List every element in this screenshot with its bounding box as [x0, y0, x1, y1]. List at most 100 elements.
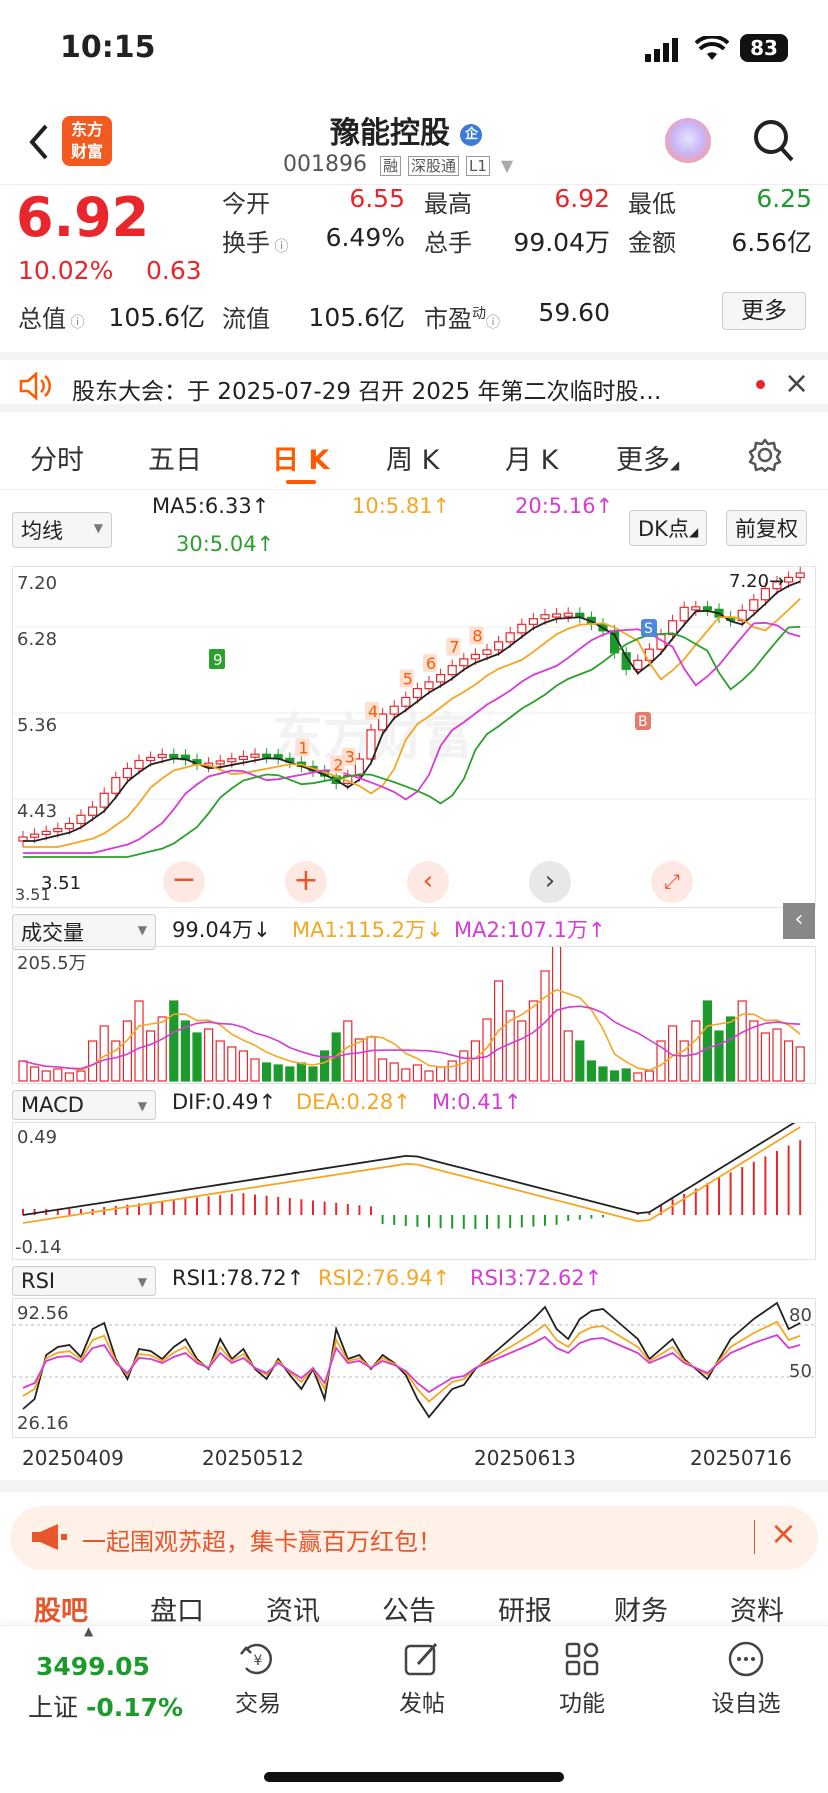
volume-select[interactable]: 成交量 ▼: [12, 914, 156, 950]
candle-body: [238, 755, 248, 761]
tab-news[interactable]: 资讯: [266, 1589, 320, 1625]
mktcap-label: 总值 ⓘ: [18, 299, 84, 334]
volume-bar: [18, 1060, 28, 1082]
candle-body: [702, 606, 713, 611]
tab-finance[interactable]: 财务: [614, 1589, 668, 1625]
dk-point-button[interactable]: DK点◢: [629, 510, 708, 546]
tab-weekly-k[interactable]: 周 K: [386, 438, 439, 477]
kline-chart[interactable]: 东方财富 12345678BS9 7.20 6.28 5.36 4.43 7.2…: [12, 566, 816, 939]
nav-trade[interactable]: ¥ 交易: [198, 1640, 318, 1718]
volume-select-label: 成交量: [21, 921, 84, 945]
volume-bar: [343, 1020, 353, 1082]
volume-ma2: MA2:107.1万↑: [454, 918, 606, 942]
macd-top-label: 0.49: [17, 1127, 58, 1148]
tab-guba[interactable]: 股吧: [34, 1589, 88, 1625]
back-icon[interactable]: [26, 122, 50, 162]
tab-more[interactable]: 更多◢: [616, 438, 679, 477]
mktcap-value: 105.6亿: [108, 303, 205, 332]
volume-bar: [760, 1032, 771, 1082]
candle-body: [262, 753, 272, 758]
chevron-down-icon[interactable]: ▼: [501, 156, 513, 175]
index-value[interactable]: 3499.05: [36, 1652, 150, 1681]
active-tab-underline: [286, 480, 316, 484]
candle-body: [169, 753, 179, 759]
candle-body: [749, 599, 759, 611]
scroll-right-button[interactable]: ›: [529, 861, 571, 903]
collapse-side-button[interactable]: ‹: [783, 903, 815, 939]
zoom-in-button[interactable]: +: [285, 861, 327, 903]
more-button[interactable]: 更多: [722, 292, 806, 330]
rsi3-indicator: RSI3:72.62↑: [470, 1266, 603, 1290]
scroll-left-button[interactable]: ‹: [407, 861, 449, 903]
index-name: 上证: [28, 1693, 79, 1722]
open-label: 今开: [222, 190, 270, 218]
signal-number: 7: [449, 638, 459, 657]
tab-research[interactable]: 研报: [498, 1589, 552, 1625]
signal-number: 5: [403, 669, 413, 688]
search-icon[interactable]: [752, 118, 796, 164]
gear-icon[interactable]: [748, 438, 782, 472]
info-icon[interactable]: ⓘ: [270, 239, 288, 255]
nav-add-watchlist[interactable]: 设自选: [686, 1640, 806, 1718]
candle-body: [470, 653, 480, 660]
cellular-signal-icon: [645, 38, 678, 62]
volume-bar: [308, 1066, 318, 1082]
candle-body: [528, 618, 539, 625]
candle-body: [505, 632, 515, 643]
megaphone-icon: [32, 1524, 67, 1550]
logo-text-bottom: 财富: [70, 142, 103, 161]
dropdown-arrow-icon: ▼: [137, 1275, 147, 1289]
volume-bar: [725, 1016, 736, 1082]
close-icon[interactable]: ×: [784, 366, 809, 401]
volume-chart[interactable]: 205.5万: [12, 946, 816, 1084]
date-label-3: 20250613: [474, 1446, 576, 1470]
volume-bar: [53, 1068, 63, 1082]
index-name-row[interactable]: 上证 -0.17%: [28, 1688, 183, 1724]
volume-bar: [320, 1050, 330, 1082]
robot-assistant-icon[interactable]: [665, 118, 711, 164]
turnover-value: 6.49%: [325, 223, 405, 252]
zoom-out-button[interactable]: −: [163, 861, 205, 903]
info-icon[interactable]: ⓘ: [66, 315, 84, 331]
max-price-marker: 7.20→: [729, 571, 785, 592]
pe-sup: 动: [472, 306, 486, 322]
banner-close-icon[interactable]: ×: [770, 1514, 797, 1552]
date-label-4: 20250716: [690, 1446, 792, 1470]
info-icon[interactable]: ⓘ: [486, 315, 500, 331]
y-label-2: 6.28: [17, 629, 58, 650]
notice-text: 股东大会：于 2025-07-29 召开 2025 年第二次临时股…: [72, 379, 662, 405]
rsi-select[interactable]: RSI ▼: [12, 1266, 156, 1296]
ma-select[interactable]: 均线 ▼: [12, 512, 112, 548]
float-value: 105.6亿: [308, 303, 405, 332]
candle-body: [517, 623, 527, 634]
svg-text:¥: ¥: [254, 1653, 263, 1669]
macd-chart[interactable]: 0.49 -0.14: [12, 1122, 816, 1260]
grid-icon: [565, 1642, 599, 1676]
tab-daily-k[interactable]: 日 K: [272, 438, 329, 477]
tab-intraday[interactable]: 分时: [30, 438, 84, 477]
corner-arrow-icon: ◢: [670, 458, 680, 472]
battery-level: 83: [750, 36, 778, 60]
fullscreen-icon[interactable]: ⤢: [651, 861, 693, 903]
open-value: 6.55: [349, 184, 405, 213]
tab-pankou[interactable]: 盘口: [150, 1589, 204, 1625]
nav-post[interactable]: 发帖: [362, 1640, 482, 1718]
adjust-button[interactable]: 前复权: [726, 510, 807, 546]
notice-bar[interactable]: 股东大会：于 2025-07-29 召开 2025 年第二次临时股… ×: [0, 352, 828, 412]
pe-value: 59.60: [538, 298, 610, 327]
volume-bar: [366, 1036, 376, 1082]
tab-profile[interactable]: 资料: [730, 1589, 784, 1625]
tab-monthly-k[interactable]: 月 K: [505, 438, 558, 477]
volume-bar: [528, 1000, 539, 1082]
promo-banner[interactable]: 一起围观苏超，集卡赢百万红包！ ×: [10, 1506, 818, 1570]
nav-functions[interactable]: 功能: [522, 1640, 642, 1718]
volume-bar: [737, 1000, 747, 1082]
change-pct: 10.02%: [18, 256, 114, 285]
macd-m: M:0.41↑: [432, 1090, 522, 1114]
candle-body: [436, 674, 446, 683]
macd-select[interactable]: MACD ▼: [12, 1090, 156, 1120]
rsi-chart[interactable]: 92.56 26.16 80 50: [12, 1298, 816, 1438]
volume-bar: [424, 1070, 434, 1082]
tab-five-day[interactable]: 五日: [148, 438, 202, 477]
tab-announcement[interactable]: 公告: [382, 1589, 436, 1625]
